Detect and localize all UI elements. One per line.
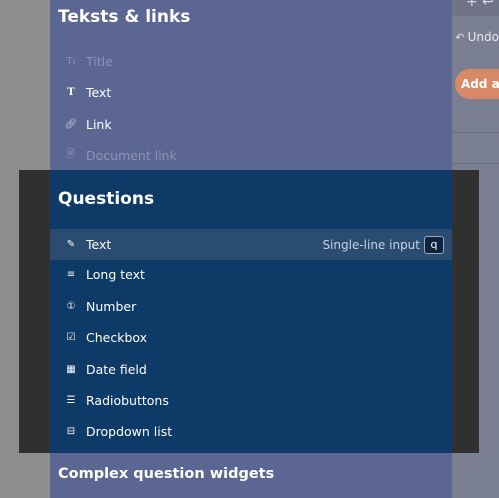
shortcut-key: q <box>424 235 444 254</box>
menu-item-label: Title <box>86 54 113 69</box>
pencil-icon: ✎ <box>66 239 76 250</box>
section-title-texts-links: Teksts & links <box>58 7 191 27</box>
title-icon: Tı <box>66 56 76 67</box>
toolbar-icon: + ↩ <box>466 0 494 10</box>
section-title-questions: Questions <box>58 189 155 209</box>
text-icon: T <box>67 87 75 98</box>
menu-item-label: Long text <box>86 267 145 282</box>
menu-item-link[interactable]: 🔗︎ Link <box>50 109 452 140</box>
number-icon: ① <box>66 301 76 312</box>
menu-item-dropdown-list[interactable]: ⊟ Dropdown list <box>50 416 452 447</box>
menu-item-label: Dropdown list <box>86 424 173 439</box>
list-icon: ☰ <box>66 395 76 406</box>
menu-item-question-text[interactable]: ✎ Text Single-line input q <box>50 229 452 260</box>
add-button[interactable]: Add a n <box>455 69 499 99</box>
menu-item-label: Document link <box>86 148 177 163</box>
undo-icon: ↶ <box>455 30 465 44</box>
background-divider <box>452 132 499 133</box>
section-title-complex: Complex question widgets <box>58 466 275 482</box>
undo-button[interactable]: ↶ Undo <box>452 22 499 52</box>
menu-item-label: Text <box>86 237 112 252</box>
menu-item-checkbox[interactable]: ☑ Checkbox <box>50 322 452 353</box>
menu-item-label: Checkbox <box>86 330 148 345</box>
menu-item-number[interactable]: ① Number <box>50 291 452 322</box>
menu-item-date-field[interactable]: ▦ Date field <box>50 354 452 385</box>
checkbox-icon: ☑ <box>66 332 76 343</box>
menu-item-text[interactable]: T Text <box>50 77 452 108</box>
menu-item-title[interactable]: Tı Title <box>50 46 452 77</box>
document-link-icon: 🗎 <box>66 149 76 160</box>
calendar-icon: ▦ <box>66 364 76 375</box>
menu-item-label: Radiobuttons <box>86 393 169 408</box>
background-divider <box>452 163 499 164</box>
dropdown-icon: ⊟ <box>66 426 76 437</box>
menu-item-label: Link <box>86 117 112 132</box>
menu-item-label: Text <box>86 85 112 100</box>
menu-item-long-text[interactable]: ≡ Long text <box>50 259 452 290</box>
background-toolbar: + ↩ <box>452 0 499 16</box>
hint-text: Single-line input <box>322 237 420 252</box>
menu-item-label: Number <box>86 299 137 314</box>
menu-item-label: Date field <box>86 362 147 377</box>
lines-icon: ≡ <box>66 269 76 280</box>
menu-item-radiobuttons[interactable]: ☰ Radiobuttons <box>50 385 452 416</box>
undo-label: Undo <box>467 30 499 44</box>
link-icon: 🔗︎ <box>64 119 78 130</box>
item-hint: Single-line input q <box>322 229 444 260</box>
menu-item-document-link[interactable]: 🗎 Document link <box>50 140 452 171</box>
